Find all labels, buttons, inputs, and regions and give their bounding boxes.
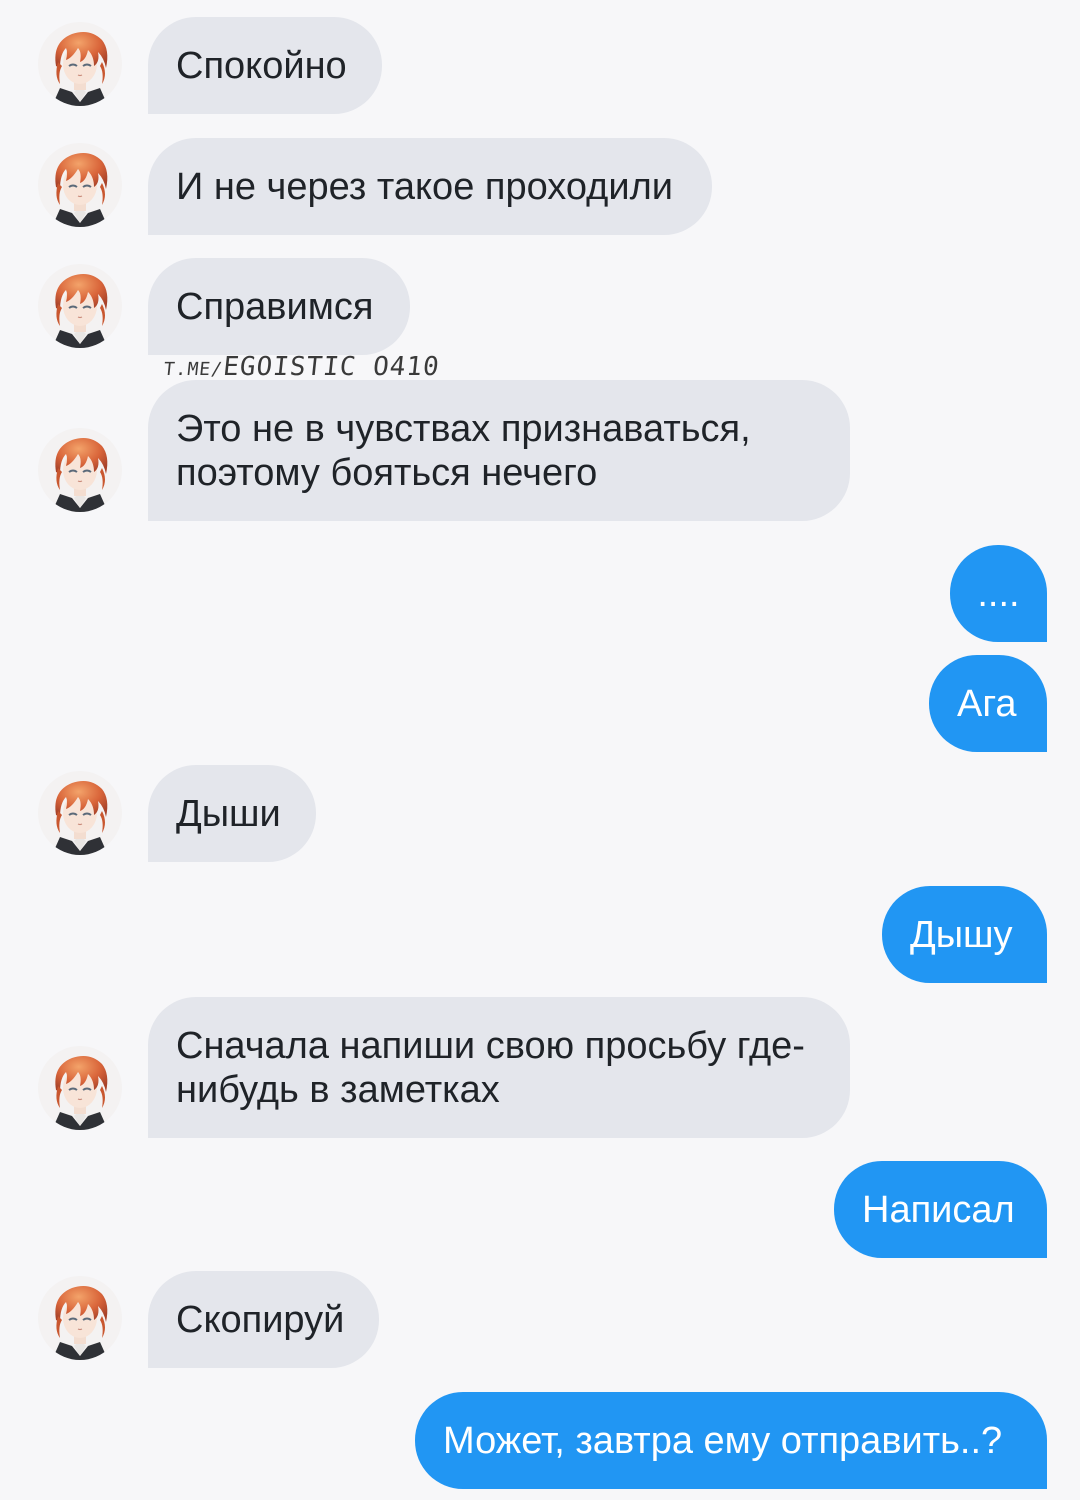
outgoing-message-bubble[interactable]: Написал — [834, 1161, 1047, 1258]
avatar[interactable] — [38, 771, 122, 855]
avatar[interactable] — [38, 428, 122, 512]
avatar[interactable] — [38, 22, 122, 106]
incoming-message-bubble[interactable]: Скопируй — [148, 1271, 379, 1368]
avatar[interactable] — [38, 264, 122, 348]
incoming-message-bubble[interactable]: Сначала напиши свою просьбу где- нибудь … — [148, 997, 850, 1138]
avatar[interactable] — [38, 1046, 122, 1130]
message-text: Скопируй — [176, 1298, 345, 1341]
anime-boy-avatar-icon — [38, 771, 122, 855]
incoming-message-bubble[interactable]: Спокойно — [148, 17, 382, 114]
message-text: Может, завтра ему отправить..? — [443, 1419, 1003, 1462]
message-text-line: нибудь в заметках — [176, 1068, 500, 1111]
anime-boy-avatar-icon — [38, 143, 122, 227]
incoming-message-bubble[interactable]: Справимся — [148, 258, 410, 355]
outgoing-message-bubble[interactable]: Ага — [929, 655, 1047, 752]
outgoing-message-bubble[interactable]: Дышу — [882, 886, 1047, 983]
avatar[interactable] — [38, 1276, 122, 1360]
anime-boy-avatar-icon — [38, 1046, 122, 1130]
message-text: Справимся — [176, 285, 374, 328]
message-text: Спокойно — [176, 44, 347, 87]
message-text: Дышу — [910, 913, 1013, 956]
chat-messages-list: Спокойно И не через такое проходили Спра… — [0, 0, 1080, 1500]
watermark-handle: EGOISTIC_O410 — [221, 352, 442, 382]
anime-boy-avatar-icon — [38, 264, 122, 348]
incoming-message-bubble[interactable]: Дыши — [148, 765, 316, 862]
message-text-line: поэтому бояться нечего — [176, 451, 598, 494]
anime-boy-avatar-icon — [38, 22, 122, 106]
message-text-line: Это не в чувствах признаваться, — [176, 407, 751, 450]
outgoing-message-bubble[interactable]: Может, завтра ему отправить..? — [415, 1392, 1047, 1489]
anime-boy-avatar-icon — [38, 428, 122, 512]
incoming-message-bubble[interactable]: И не через такое проходили — [148, 138, 712, 235]
message-text: Ага — [957, 682, 1017, 725]
message-text: Написал — [862, 1188, 1015, 1231]
watermark: T.ME/EGOISTIC_O410 — [162, 352, 442, 382]
watermark-prefix: T.ME/ — [162, 359, 225, 380]
incoming-message-bubble[interactable]: Это не в чувствах признаваться, поэтому … — [148, 380, 850, 521]
message-text-line: Сначала напиши свою просьбу где- — [176, 1024, 805, 1067]
message-text: Дыши — [176, 792, 281, 835]
avatar[interactable] — [38, 143, 122, 227]
anime-boy-avatar-icon — [38, 1276, 122, 1360]
message-text: И не через такое проходили — [176, 165, 673, 208]
message-text: .... — [977, 572, 1020, 615]
outgoing-message-bubble[interactable]: .... — [950, 545, 1047, 642]
